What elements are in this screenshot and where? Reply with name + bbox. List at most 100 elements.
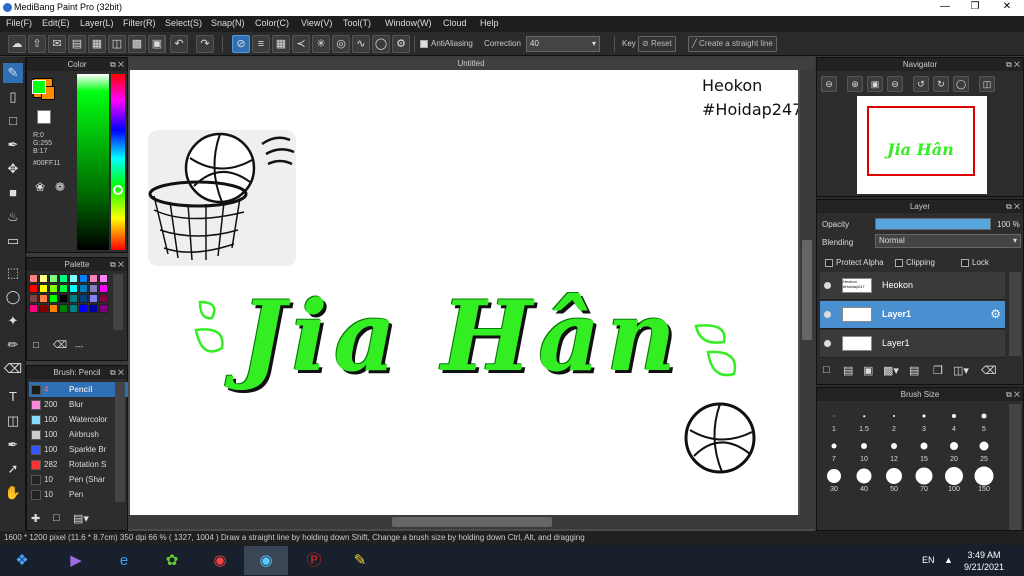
foreground-color-swatch[interactable] bbox=[32, 80, 46, 94]
panel-close-icon[interactable]: ⧉ ✕ bbox=[110, 58, 124, 71]
visibility-eye-icon[interactable] bbox=[824, 340, 831, 347]
lock-checkbox[interactable]: Lock bbox=[961, 258, 989, 267]
flip-icon[interactable]: ◫ bbox=[979, 76, 995, 92]
brush-scrollbar[interactable] bbox=[115, 382, 125, 502]
menu-help[interactable]: Help bbox=[480, 18, 499, 28]
palette-swatch[interactable] bbox=[89, 304, 98, 313]
page-manager-icon[interactable]: ◫ bbox=[108, 35, 126, 53]
palette-swatch[interactable] bbox=[69, 304, 78, 313]
zoom-out-icon[interactable]: ⊖ bbox=[821, 76, 837, 92]
opacity-slider[interactable] bbox=[875, 218, 991, 230]
lasso-tool-icon[interactable]: ◯ bbox=[3, 287, 23, 307]
palette-swatch[interactable] bbox=[89, 274, 98, 283]
palette-swatch[interactable] bbox=[79, 304, 88, 313]
brush-size-option[interactable]: 1 bbox=[819, 404, 849, 434]
select-pen-tool-icon[interactable]: ✏ bbox=[3, 335, 23, 355]
bucket-tool-icon[interactable]: ♨ bbox=[3, 207, 23, 227]
palette-swatch[interactable] bbox=[69, 274, 78, 283]
palette-swatch[interactable] bbox=[39, 294, 48, 303]
ie-icon[interactable]: e bbox=[102, 546, 146, 575]
cross-snap-icon[interactable]: ▦ bbox=[272, 35, 290, 53]
brush-size-option[interactable]: 50 bbox=[879, 464, 909, 494]
add-brush-icon[interactable]: ✚ bbox=[31, 512, 40, 525]
palette-swatch[interactable] bbox=[29, 304, 38, 313]
straight-line-button[interactable]: ╱ Create a straight line bbox=[688, 36, 777, 52]
hand-tool-icon[interactable]: ✋ bbox=[3, 483, 23, 503]
curve-snap-icon[interactable]: ∿ bbox=[352, 35, 370, 53]
menu-layer[interactable]: Layer(L) bbox=[80, 18, 114, 28]
brush-size-option[interactable]: 25 bbox=[969, 434, 999, 464]
palette-scrollbar[interactable] bbox=[113, 274, 123, 330]
rotate-right-icon[interactable]: ↻ bbox=[933, 76, 949, 92]
merge-layer-icon[interactable]: ◫▾ bbox=[953, 364, 969, 377]
panel-close-icon[interactable]: ⧉ ✕ bbox=[1006, 58, 1020, 71]
language-indicator[interactable]: EN bbox=[922, 555, 935, 565]
brush-size-option[interactable]: 20 bbox=[939, 434, 969, 464]
menu-select[interactable]: Select(S) bbox=[165, 18, 202, 28]
palette-swatch[interactable] bbox=[59, 294, 68, 303]
folder-icon[interactable]: ▤ bbox=[909, 364, 919, 377]
share-icon[interactable]: ⇧ bbox=[28, 35, 46, 53]
new-halftone-layer-icon[interactable]: ▤ bbox=[843, 364, 853, 377]
brush-size-option[interactable]: 40 bbox=[849, 464, 879, 494]
new-layer-icon[interactable]: □ bbox=[823, 364, 830, 376]
magic-wand-tool-icon[interactable]: ✦ bbox=[3, 311, 23, 331]
redo-icon[interactable]: ↷ bbox=[196, 35, 214, 53]
menu-window[interactable]: Window(W) bbox=[385, 18, 432, 28]
menu-cloud[interactable]: Cloud bbox=[443, 18, 467, 28]
menu-filter[interactable]: Filter(R) bbox=[123, 18, 156, 28]
horizontal-scrollbar[interactable] bbox=[128, 515, 814, 529]
brush-size-option[interactable]: 100 bbox=[939, 464, 969, 494]
zoom-reset-icon[interactable]: ⊖ bbox=[887, 76, 903, 92]
minimize-button[interactable]: — bbox=[930, 0, 960, 14]
palette-swatch[interactable] bbox=[29, 294, 38, 303]
circle-snap-icon[interactable]: ◎ bbox=[332, 35, 350, 53]
brush-size-option[interactable]: 5 bbox=[969, 404, 999, 434]
brush-page-icon[interactable]: □ bbox=[53, 512, 60, 524]
layer-row[interactable]: Heokon #Hoidap247 Heokon bbox=[820, 272, 1005, 300]
app-icon[interactable]: ✿ bbox=[150, 546, 194, 575]
panel-close-icon[interactable]: ⧉ ✕ bbox=[1006, 388, 1020, 401]
vanish-point-icon[interactable]: ≺ bbox=[292, 35, 310, 53]
operation-tool-icon[interactable]: ➚ bbox=[3, 459, 23, 479]
blending-select[interactable]: Normal ▾ bbox=[875, 234, 1021, 248]
palette-swatch[interactable] bbox=[49, 294, 58, 303]
fit-screen-icon[interactable]: ▣ bbox=[867, 76, 883, 92]
palette-swatch[interactable] bbox=[79, 274, 88, 283]
cloud-icon[interactable]: ☁ bbox=[8, 35, 26, 53]
menu-view[interactable]: View(V) bbox=[301, 18, 332, 28]
chrome-icon[interactable]: ◉ bbox=[198, 546, 242, 575]
brush-size-option[interactable]: 70 bbox=[909, 464, 939, 494]
tray-arrow-icon[interactable]: ▲ bbox=[944, 555, 953, 565]
visibility-eye-icon[interactable] bbox=[824, 282, 831, 289]
brush-size-option[interactable]: 4 bbox=[939, 404, 969, 434]
pinterest-icon[interactable]: Ⓟ bbox=[292, 546, 336, 575]
color-value-slider[interactable] bbox=[77, 74, 109, 250]
layer-row[interactable]: Layer1 bbox=[820, 330, 1005, 358]
visibility-eye-icon[interactable] bbox=[824, 311, 831, 318]
palette-swatch[interactable] bbox=[49, 304, 58, 313]
snap-settings-icon[interactable]: ⚙ bbox=[392, 35, 410, 53]
palette-swatch[interactable] bbox=[49, 284, 58, 293]
close-window-button[interactable]: ✕ bbox=[992, 0, 1022, 14]
pen-tool-icon[interactable]: ✒ bbox=[3, 135, 23, 155]
brush-settings-icon[interactable]: ▤▾ bbox=[73, 512, 89, 525]
palette-swatch[interactable] bbox=[79, 284, 88, 293]
move-tool-icon[interactable]: ✥ bbox=[3, 159, 23, 179]
palette-swatch[interactable] bbox=[99, 294, 108, 303]
layer-settings-gear-icon[interactable]: ⚙ bbox=[990, 307, 1001, 321]
page-icon[interactable]: ▦ bbox=[88, 35, 106, 53]
navigator-preview[interactable]: Jia Hân bbox=[857, 96, 987, 194]
gradient-tool-icon[interactable]: ▭ bbox=[3, 231, 23, 251]
visual-studio-icon[interactable]: ▶ bbox=[54, 546, 98, 575]
eraser-tool-icon[interactable]: ▯ bbox=[3, 87, 23, 107]
palette-swatch[interactable] bbox=[49, 274, 58, 283]
brush-size-option[interactable]: 150 bbox=[969, 464, 999, 494]
comic-icon[interactable]: ▤ bbox=[68, 35, 86, 53]
correction-select[interactable]: 40 ▾ bbox=[526, 36, 600, 52]
menu-edit[interactable]: Edit(E) bbox=[42, 18, 70, 28]
add-layer-menu-icon[interactable]: ▩▾ bbox=[883, 364, 899, 377]
document-tab[interactable]: Untitled bbox=[128, 57, 814, 70]
panel-close-icon[interactable]: ⧉ ✕ bbox=[110, 366, 124, 379]
antialiasing-checkbox[interactable]: AntiAliasing bbox=[420, 39, 473, 48]
